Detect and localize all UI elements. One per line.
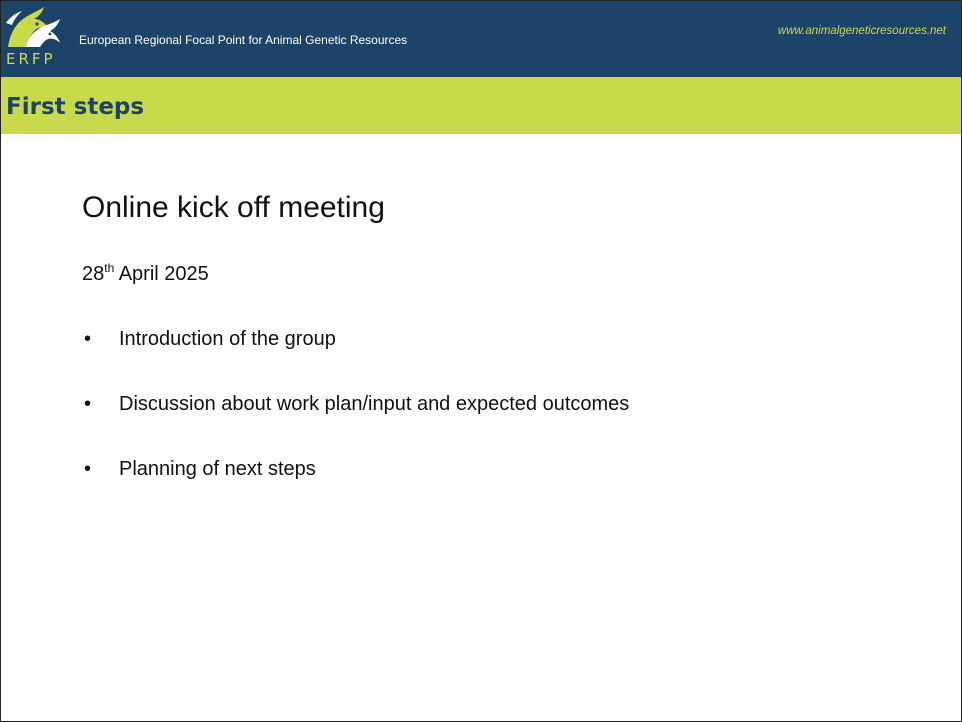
organization-name: European Regional Focal Point for Animal… <box>79 33 408 47</box>
title-band <box>1 77 961 134</box>
bullet-icon: • <box>84 328 92 350</box>
erfp-logo: ERFP <box>4 3 62 69</box>
meeting-date: 28th April 2025 <box>82 261 209 287</box>
agenda-item-text: Discussion about work plan/input and exp… <box>119 393 630 415</box>
header-bar: ERFP European Regional Focal Point for A… <box>1 1 961 77</box>
logo-text: ERFP <box>6 50 56 68</box>
date-month-year: April 2025 <box>114 263 209 285</box>
slide: ERFP European Regional Focal Point for A… <box>0 0 962 722</box>
agenda-item-text: Planning of next steps <box>119 458 316 480</box>
bullet-icon: • <box>84 393 92 415</box>
horse-heads-icon <box>4 3 62 53</box>
agenda-item-text: Introduction of the group <box>119 328 336 350</box>
slide-title: First steps <box>6 94 145 120</box>
website-link[interactable]: www.animalgeneticresources.net <box>778 23 946 39</box>
bullet-icon: • <box>84 458 92 480</box>
date-day: 28 <box>82 263 105 285</box>
date-ordinal-suffix: th <box>104 261 115 275</box>
slide-heading: Online kick off meeting <box>82 191 385 224</box>
